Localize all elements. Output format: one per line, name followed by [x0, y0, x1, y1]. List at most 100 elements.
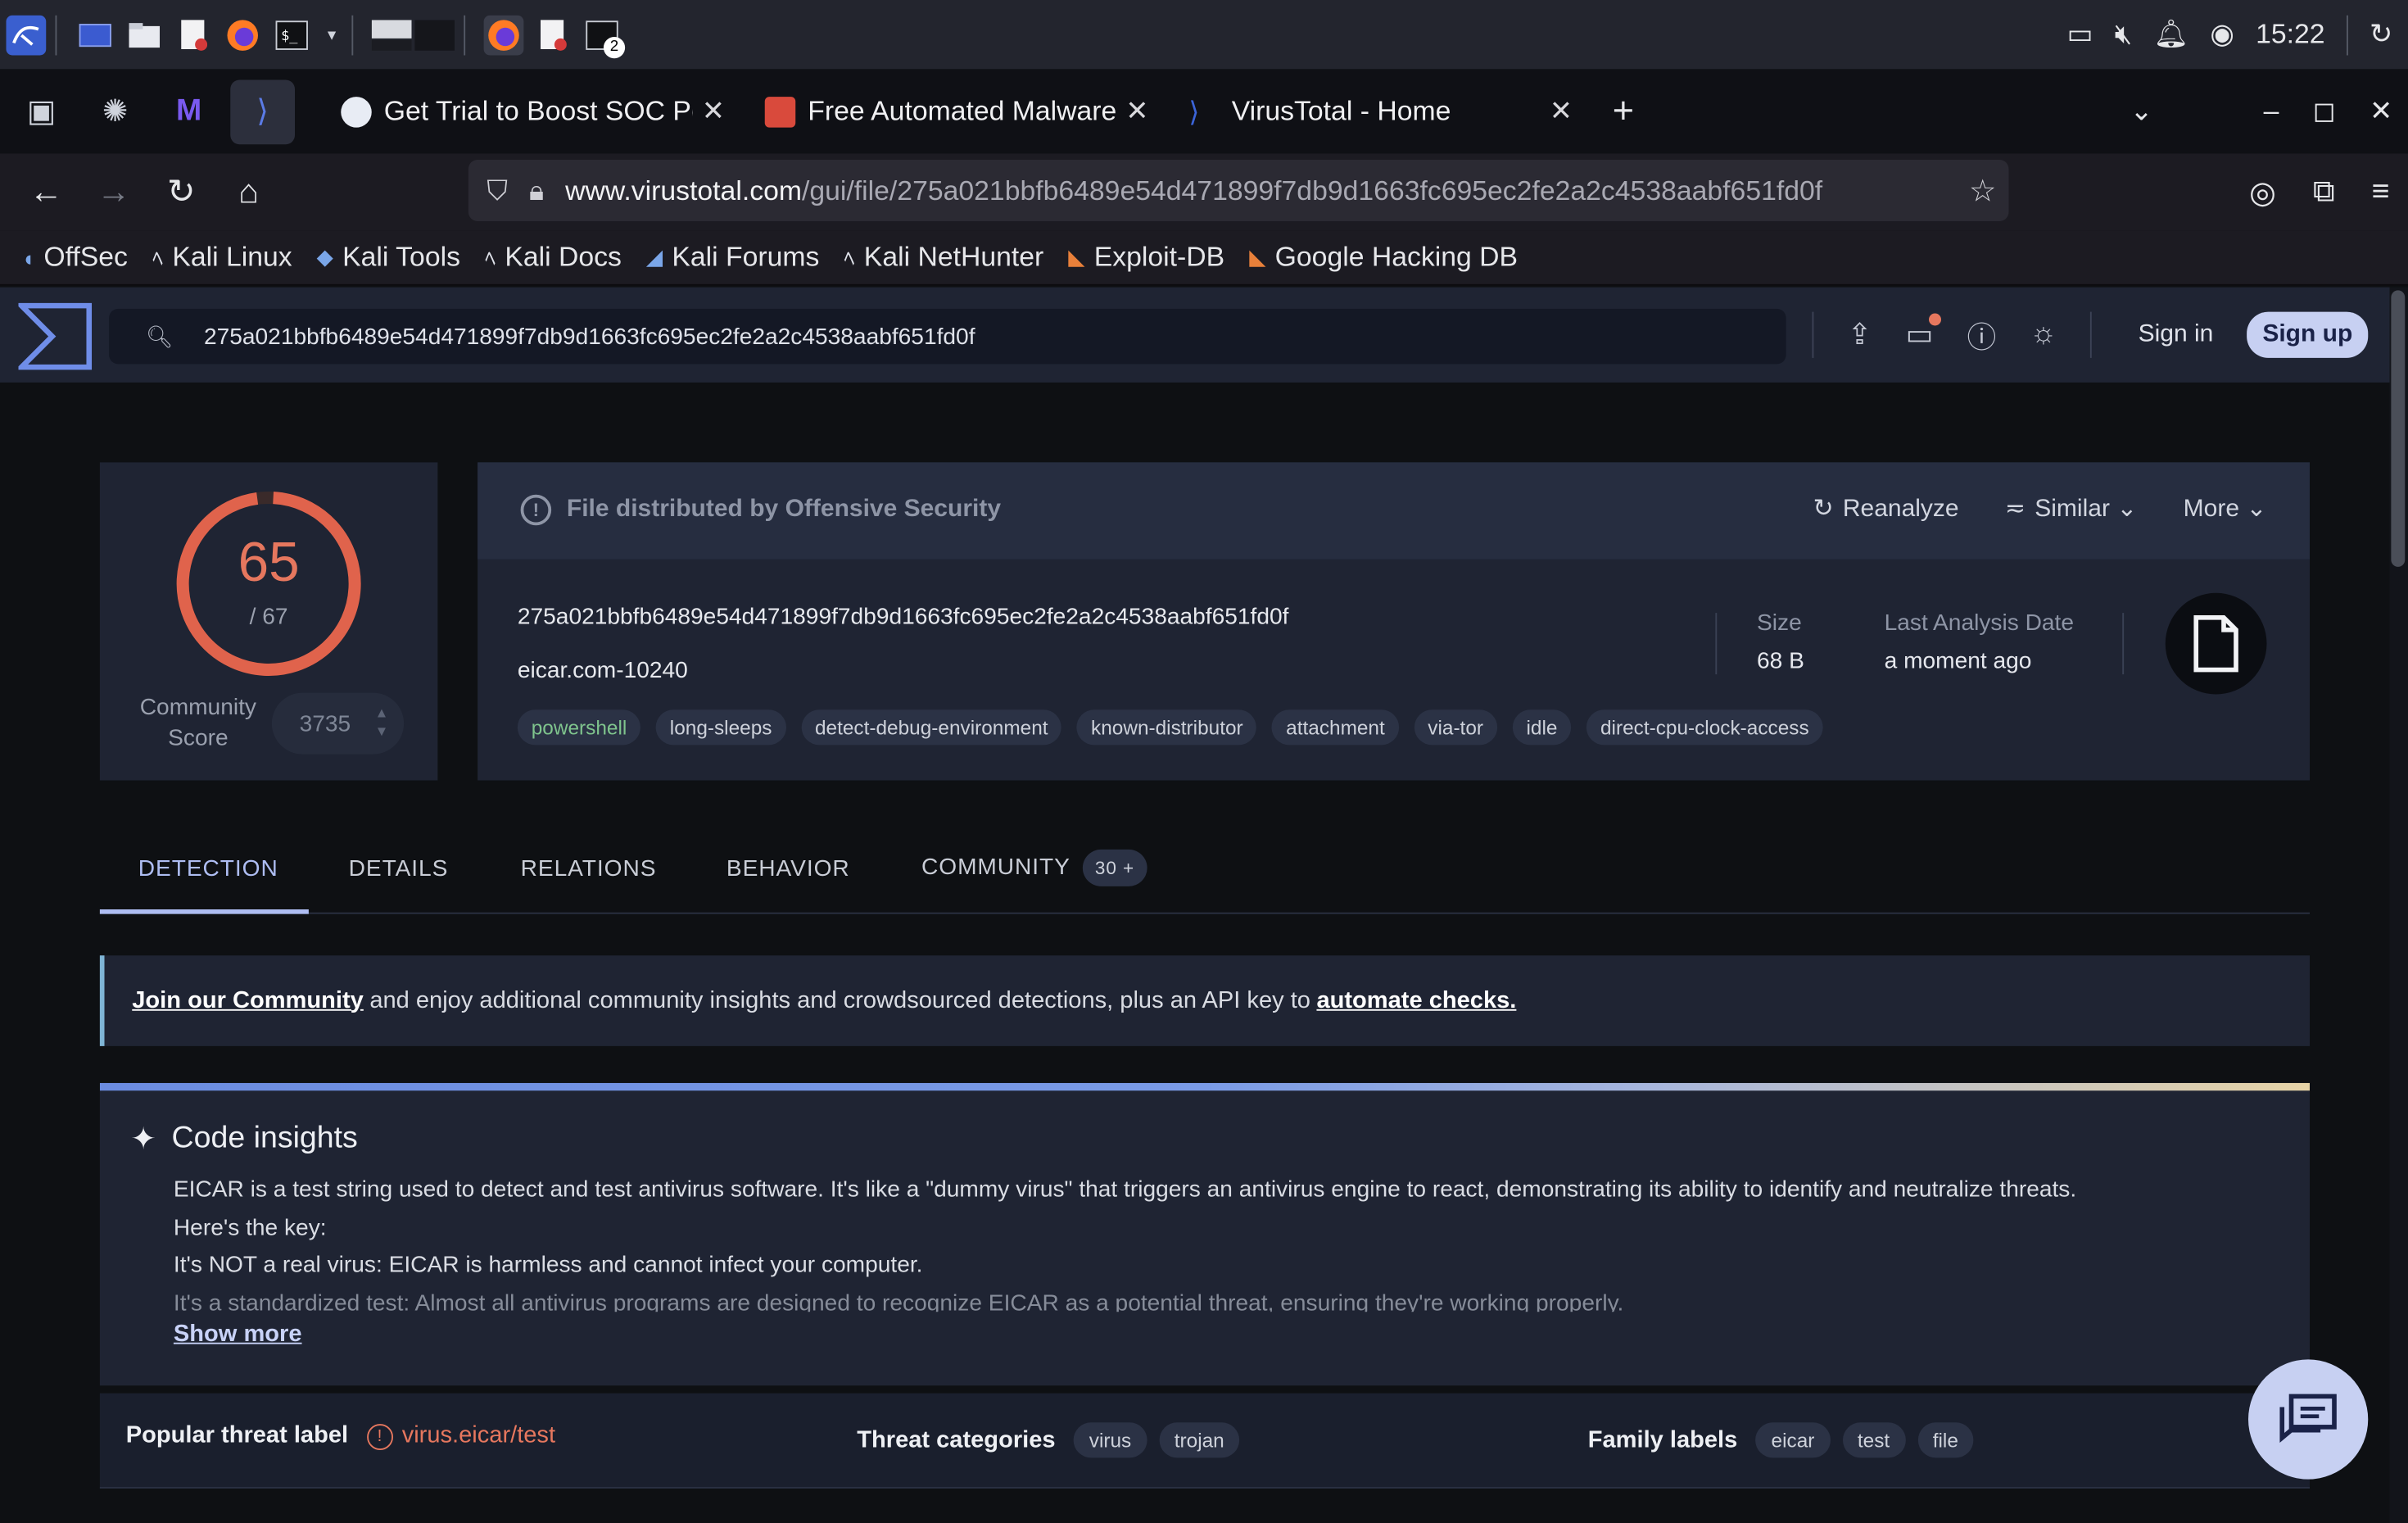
bookmark-kali-docs[interactable]: ﾍ Kali Docs [485, 241, 622, 273]
page-scrollbar[interactable] [2389, 287, 2408, 1523]
join-community-link[interactable]: Join our Community [132, 987, 364, 1015]
file-manager-icon[interactable] [124, 15, 165, 55]
community-score-pill[interactable]: 3735 ▲ ▼ [271, 692, 405, 755]
automate-checks-link[interactable]: automate checks. [1316, 987, 1516, 1015]
minimize-icon[interactable]: – [2264, 95, 2279, 127]
text-editor-icon[interactable] [174, 15, 214, 55]
tag-chip[interactable]: idle [1512, 709, 1572, 746]
tag-chip[interactable]: direct-cpu-clock-access [1586, 709, 1823, 746]
workspace-2[interactable] [414, 15, 455, 55]
bell-icon[interactable]: 🔔︎ [2153, 19, 2188, 51]
new-tab-icon[interactable]: + [1613, 90, 1634, 134]
tab-list-icon[interactable]: ▣ [9, 79, 74, 144]
file-sha256[interactable]: 275a021bbfb6489e54d471899f7db9d1663fc695… [518, 604, 1289, 630]
bookmark-offsec[interactable]: ◖ OffSec [21, 241, 128, 273]
upload-icon[interactable]: ⇪ [1848, 317, 1872, 352]
bookmark-kali-tools[interactable]: ◆ Kali Tools [317, 241, 460, 273]
close-tab-icon[interactable]: ✕ [1550, 95, 1573, 127]
power-icon[interactable]: ◉ [2210, 19, 2234, 51]
bookmark-kali-linux[interactable]: ﾍ Kali Linux [152, 241, 292, 273]
tag-chip[interactable]: via-tor [1414, 709, 1497, 746]
tab-details[interactable]: DETAILS [349, 855, 449, 882]
list-all-tabs-icon[interactable]: ⌄ [2130, 95, 2152, 127]
svg-text:$_: $_ [281, 26, 298, 43]
bookmark-google-hacking-db[interactable]: ◣ Google Hacking DB [1249, 241, 1518, 273]
file-name: eicar.com-10240 [517, 657, 688, 684]
category-chip[interactable]: trojan [1159, 1422, 1240, 1458]
chat-button[interactable] [2248, 1359, 2369, 1480]
home-icon[interactable]: ⌂ [215, 172, 283, 212]
lock-icon[interactable]: 🔒︎ [529, 175, 544, 206]
pinned-tab-virustotal-icon[interactable]: ⟩ [230, 79, 295, 144]
tag-chip[interactable]: detect-debug-environment [801, 709, 1062, 746]
bookmark-kali-nethunter[interactable]: ﾍ Kali NetHunter [844, 241, 1043, 273]
tab-hybrid-analysis[interactable]: Free Automated Malware ✕ [749, 79, 1164, 144]
workspace-1[interactable] [371, 15, 412, 55]
help-icon[interactable]: ⓘ [1967, 314, 1997, 356]
firefox-icon[interactable] [223, 15, 263, 55]
search-icon: 🔍︎ [146, 323, 174, 348]
virustotal-logo[interactable] [18, 302, 93, 370]
scrollbar-thumb[interactable] [2391, 290, 2406, 567]
tab-virustotal[interactable]: ⟩ VirusTotal - Home ✕ [1174, 79, 1588, 144]
tab-any-run[interactable]: Get Trial to Boost SOC Pe ✕ [326, 79, 740, 144]
bookmark-exploit-db[interactable]: ◣ Exploit-DB [1068, 241, 1224, 273]
screen-icon[interactable]: ▭ [2067, 19, 2093, 51]
ghdb-icon: ◣ [1249, 244, 1266, 270]
pinned-tab-proton-icon[interactable]: M [156, 79, 221, 144]
sign-in-link[interactable]: Sign in [2139, 321, 2214, 349]
reanalyze-button[interactable]: ↻ Reanalyze [1813, 493, 1958, 524]
family-chip[interactable]: eicar [1755, 1422, 1831, 1458]
kali-icon: ﾍ [484, 245, 496, 270]
family-chip[interactable]: file [1917, 1422, 1974, 1458]
tag-chip[interactable]: long-sleeps [655, 709, 786, 746]
account-icon[interactable]: ◎ [2249, 173, 2276, 211]
terminal-window-icon[interactable]: 2 [582, 15, 626, 58]
refresh-icon[interactable]: ↻ [2370, 19, 2392, 51]
vote-arrows-icon[interactable]: ▲ ▼ [375, 704, 389, 741]
pinned-tab-chatgpt-icon[interactable]: ✺ [83, 79, 147, 144]
terminal-icon[interactable]: $_ [272, 15, 312, 55]
firefox-window-icon[interactable] [483, 14, 524, 55]
theme-toggle-icon[interactable]: ☼ [2030, 318, 2057, 351]
maximize-icon[interactable]: ◻ [2313, 95, 2336, 127]
address-bar[interactable]: ⛉ 🔒︎ www.virustotal.com/gui/file/275a021… [468, 160, 2009, 221]
tab-relations[interactable]: RELATIONS [521, 855, 657, 882]
reload-icon[interactable]: ↻ [147, 172, 215, 212]
url-text[interactable]: www.virustotal.com/gui/file/275a021bbfb6… [565, 175, 1969, 206]
similar-button[interactable]: ≂ Similar ⌄ [2005, 493, 2138, 524]
close-tab-icon[interactable]: ✕ [1125, 95, 1148, 127]
search-input[interactable]: 🔍︎ 275a021bbfb6489e54d471899f7db9d1663fc… [109, 308, 1786, 365]
tab-community[interactable]: COMMUNITY 30 + [921, 849, 1147, 886]
notifications-icon[interactable]: ▭ [1906, 312, 1941, 352]
close-window-icon[interactable]: ✕ [2370, 95, 2392, 127]
sign-up-button[interactable]: Sign up [2247, 311, 2369, 358]
desktop-icon[interactable] [75, 15, 115, 55]
insights-title-text: Code insights [171, 1121, 358, 1155]
family-chip[interactable]: test [1842, 1422, 1905, 1458]
kali-menu-icon[interactable] [6, 14, 47, 55]
mute-icon[interactable]: 🔇︎ [2115, 19, 2132, 51]
similar-label: Similar [2035, 496, 2110, 523]
close-tab-icon[interactable]: ✕ [702, 95, 725, 127]
tag-chip[interactable]: powershell [517, 709, 641, 746]
back-icon[interactable]: ← [12, 172, 80, 212]
forward-icon[interactable]: → [80, 172, 148, 212]
show-more-link[interactable]: Show more [174, 1321, 302, 1349]
tag-chip[interactable]: attachment [1272, 709, 1399, 746]
tab-detection[interactable]: DETECTION [138, 855, 278, 882]
popular-threat-value[interactable]: ! virus.eicar/test [366, 1422, 555, 1450]
extensions-icon[interactable]: ⧉ [2313, 175, 2335, 210]
tab-behavior[interactable]: BEHAVIOR [726, 855, 850, 882]
more-button[interactable]: More ⌄ [2184, 493, 2267, 524]
bookmark-star-icon[interactable]: ☆ [1969, 171, 1997, 210]
menu-icon[interactable]: ≡ [2372, 175, 2390, 210]
chevron-down-icon[interactable]: ▾ [321, 15, 342, 55]
url-path: /gui/file/275a021bbfb6489e54d471899f7db9… [801, 174, 1823, 206]
category-chip[interactable]: virus [1074, 1422, 1147, 1458]
editor-window-icon[interactable] [533, 15, 573, 55]
tag-chip[interactable]: known-distributor [1077, 709, 1257, 746]
chevron-down-icon: ⌄ [2246, 496, 2267, 523]
shield-icon[interactable]: ⛉ [487, 175, 507, 206]
bookmark-kali-forums[interactable]: ◢ Kali Forums [646, 241, 820, 273]
